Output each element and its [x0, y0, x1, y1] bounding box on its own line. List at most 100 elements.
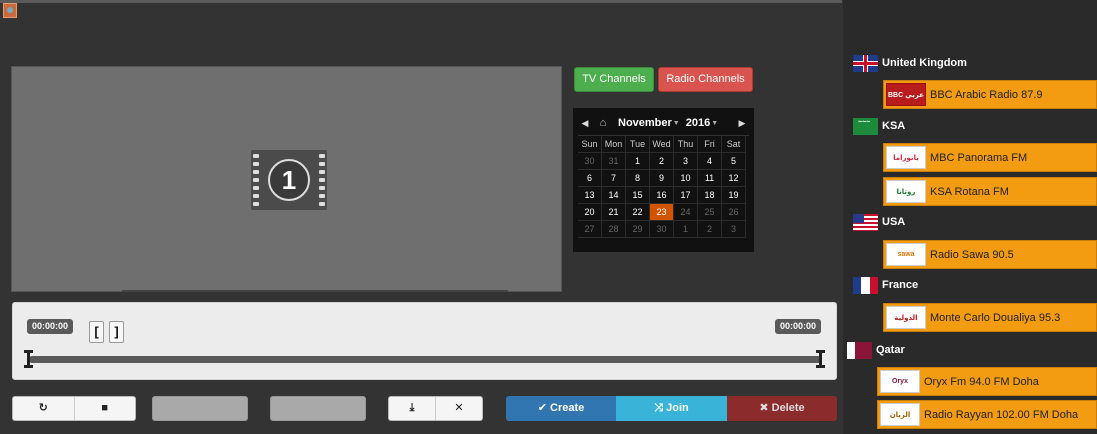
file-controls: ⤓ ✕	[388, 396, 483, 421]
station-logo: روتانا	[886, 180, 926, 203]
calendar-day[interactable]: 10	[674, 170, 698, 187]
top-border	[0, 0, 842, 3]
calendar-day[interactable]: 11	[698, 170, 722, 187]
calendar-day[interactable]: 3	[674, 153, 698, 170]
station-logo: BBC عربي	[886, 83, 926, 106]
close-icon[interactable]: ✕	[436, 397, 482, 420]
year-select[interactable]: 2016	[686, 117, 710, 129]
delete-icon: ✖	[759, 402, 769, 414]
calendar-grid: Sun Mon Tue Wed Thu Fri Sat 30 31 1 2 3 4 5 6 7 8 9 10 11 12…	[578, 135, 749, 238]
station-item[interactable]: الريان Radio Rayyan 102.00 FM Doha	[877, 400, 1097, 429]
calendar-day[interactable]: 2	[698, 221, 722, 238]
timeline-track[interactable]	[29, 356, 821, 363]
tv-channels-button[interactable]: TV Channels	[574, 67, 654, 92]
weekday-header: Wed	[650, 136, 674, 153]
download-icon[interactable]: ⤓	[389, 397, 436, 420]
weekday-header: Mon	[602, 136, 626, 153]
calendar-day[interactable]: 16	[650, 187, 674, 204]
calendar-day[interactable]: 12	[722, 170, 746, 187]
station-logo: Oryx	[880, 370, 920, 393]
calendar-day[interactable]: 31	[602, 153, 626, 170]
calendar-day[interactable]: 7	[602, 170, 626, 187]
calendar-day[interactable]: 9	[650, 170, 674, 187]
join-button[interactable]: ⤨ Join	[616, 396, 727, 421]
calendar-day[interactable]: 18	[698, 187, 722, 204]
ksa-flag-icon	[853, 117, 878, 135]
next-month-icon[interactable]: ▶	[735, 118, 749, 129]
weekday-header: Fri	[698, 136, 722, 153]
calendar-day-selected[interactable]: 23	[650, 204, 674, 221]
station-logo: بانوراما	[886, 146, 926, 169]
delete-button[interactable]: ✖ Delete	[727, 396, 837, 421]
mark-out-button[interactable]: ]	[109, 321, 124, 343]
usa-flag-icon	[853, 213, 878, 231]
year-dropdown-icon: ▼	[711, 119, 719, 127]
create-button[interactable]: ✔ Create	[506, 396, 616, 421]
calendar-day[interactable]: 20	[578, 204, 602, 221]
countdown-digit: 1	[268, 159, 310, 201]
radio-channels-button[interactable]: Radio Channels	[658, 67, 753, 92]
month-dropdown-icon: ▼	[672, 119, 680, 127]
calendar-day[interactable]: 8	[626, 170, 650, 187]
calendar-day[interactable]: 25	[698, 204, 722, 221]
mark-in-button[interactable]: [	[89, 321, 104, 343]
station-item[interactable]: الدولية Monte Carlo Doualiya 95.3	[883, 303, 1097, 332]
previous-month-icon[interactable]: ◀	[578, 118, 592, 129]
country-header-usa: USA	[853, 212, 905, 232]
calendar-day[interactable]: 17	[674, 187, 698, 204]
check-icon: ✔	[537, 402, 547, 414]
station-item[interactable]: روتانا KSA Rotana FM	[883, 177, 1097, 206]
weekday-header: Thu	[674, 136, 698, 153]
end-handle[interactable]	[816, 350, 825, 368]
calendar-day[interactable]: 26	[722, 204, 746, 221]
clip-timeline: 00:00:00 [ ] 00:00:00	[12, 302, 837, 380]
calendar-day[interactable]: 5	[722, 153, 746, 170]
country-header-ksa: KSA	[853, 116, 905, 136]
calendar-day[interactable]: 1	[674, 221, 698, 238]
calendar-day[interactable]: 21	[602, 204, 626, 221]
station-item[interactable]: بانوراما MBC Panorama FM	[883, 143, 1097, 172]
calendar-day[interactable]: 6	[578, 170, 602, 187]
country-header-france: France	[853, 275, 918, 295]
calendar-day[interactable]: 27	[578, 221, 602, 238]
calendar-day[interactable]: 15	[626, 187, 650, 204]
calendar-day[interactable]: 30	[578, 153, 602, 170]
calendar-day[interactable]: 14	[602, 187, 626, 204]
calendar-day[interactable]: 29	[626, 221, 650, 238]
calendar-day[interactable]: 28	[602, 221, 626, 238]
month-select[interactable]: November	[618, 117, 672, 129]
uk-flag-icon	[853, 54, 878, 72]
calendar-day[interactable]: 1	[626, 153, 650, 170]
station-item[interactable]: Oryx Oryx Fm 94.0 FM Doha	[877, 367, 1097, 396]
country-header-qatar: Qatar	[847, 340, 905, 360]
film-leader-icon: 1	[251, 150, 327, 210]
home-icon[interactable]: ⌂	[592, 117, 614, 129]
qatar-flag-icon	[847, 341, 872, 359]
input-field-1[interactable]	[152, 396, 248, 421]
station-list: United Kingdom BBC عربي BBC Arabic Radio…	[843, 0, 1097, 434]
france-flag-icon	[853, 276, 878, 294]
calendar-day[interactable]: 22	[626, 204, 650, 221]
weekday-header: Tue	[626, 136, 650, 153]
app-icon[interactable]	[3, 3, 17, 18]
station-item[interactable]: BBC عربي BBC Arabic Radio 87.9	[883, 80, 1097, 109]
weekday-header: Sat	[722, 136, 746, 153]
station-logo: الدولية	[886, 306, 926, 329]
calendar-day[interactable]: 2	[650, 153, 674, 170]
calendar-day[interactable]: 3	[722, 221, 746, 238]
calendar-day[interactable]: 19	[722, 187, 746, 204]
end-time-badge: 00:00:00	[774, 319, 821, 334]
calendar-day[interactable]: 30	[650, 221, 674, 238]
refresh-icon[interactable]: ↻	[13, 397, 75, 420]
input-field-2[interactable]	[270, 396, 366, 421]
station-item[interactable]: sawa Radio Sawa 90.5	[883, 240, 1097, 269]
calendar-day[interactable]: 4	[698, 153, 722, 170]
calendar-day[interactable]: 24	[674, 204, 698, 221]
video-player[interactable]: 1	[11, 66, 562, 292]
start-handle[interactable]	[24, 350, 33, 368]
start-time-badge: 00:00:00	[27, 319, 74, 334]
weekday-header: Sun	[578, 136, 602, 153]
stop-icon[interactable]: ■	[75, 397, 136, 420]
country-header-uk: United Kingdom	[853, 53, 967, 73]
calendar-day[interactable]: 13	[578, 187, 602, 204]
